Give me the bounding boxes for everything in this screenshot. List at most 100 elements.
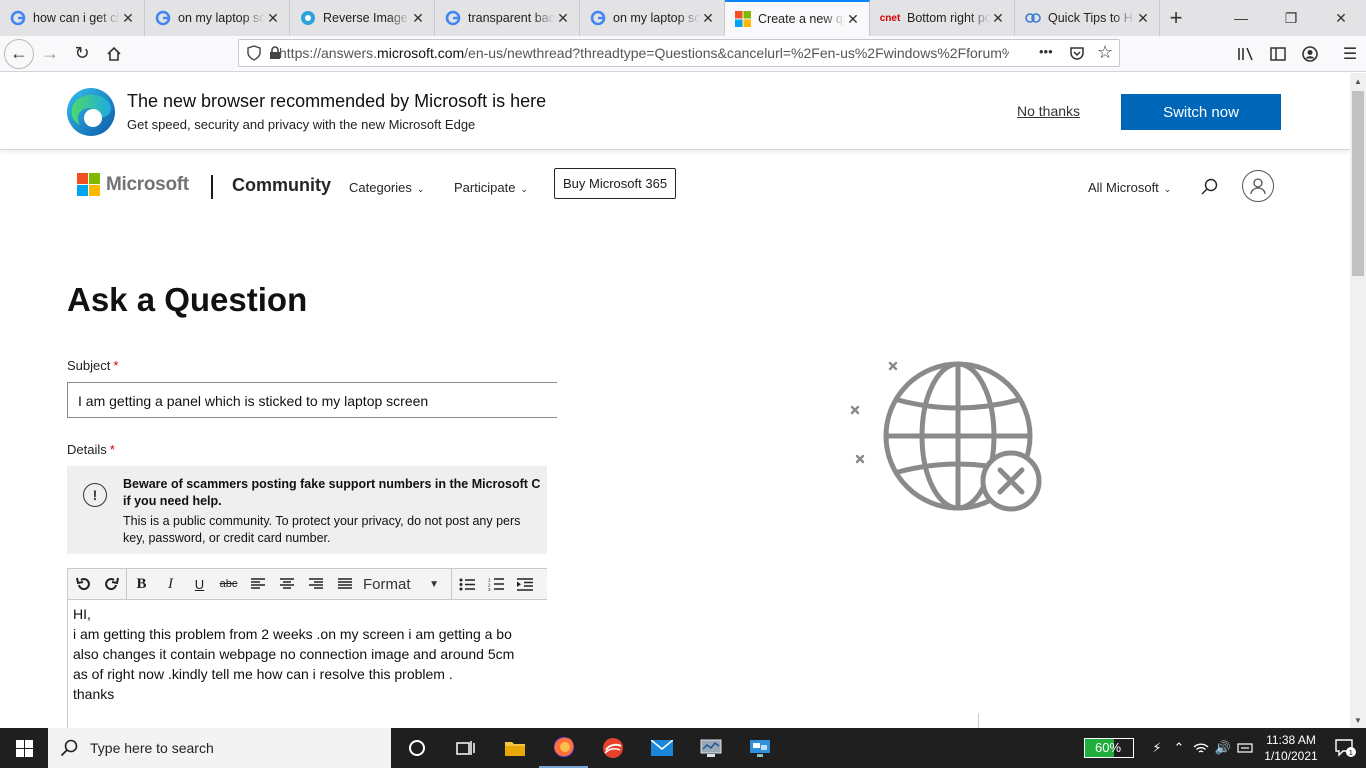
details-editor[interactable]: HI, i am getting this problem from 2 wee… — [67, 600, 979, 728]
cnet-icon: cnet — [879, 10, 901, 26]
numbered-list-icon[interactable]: 123 — [481, 569, 510, 599]
home-icon[interactable] — [98, 38, 130, 70]
switch-now-button[interactable]: Switch now — [1121, 94, 1281, 130]
buy-microsoft-365-button[interactable]: Buy Microsoft 365 — [554, 168, 677, 199]
taskbar-search-placeholder: Type here to search — [90, 740, 214, 756]
taskbar-search-box[interactable]: Type here to search — [48, 728, 391, 768]
window-controls: — ❐ ✕ — [1216, 0, 1366, 36]
scam-warning-box: ! Beware of scammers posting fake suppor… — [67, 466, 547, 554]
url-domain: microsoft.com — [377, 45, 465, 61]
url-bar[interactable]: https://answers.microsoft.com/en-us/newt… — [238, 39, 1120, 67]
microsoft-icon — [735, 11, 751, 27]
subject-input[interactable]: I am getting a panel which is sticked to… — [67, 382, 557, 418]
tab-3[interactable]: transparent bac ✕ — [435, 0, 580, 36]
sidebar-icon[interactable] — [1262, 38, 1294, 70]
tab-7[interactable]: Quick Tips to H ✕ — [1015, 0, 1160, 36]
chevron-up-icon[interactable]: ⌃ — [1168, 728, 1190, 768]
back-arrow-icon[interactable]: ← — [4, 38, 34, 69]
volume-icon[interactable]: 🔊 — [1212, 728, 1234, 768]
bold-icon[interactable]: B — [127, 569, 156, 599]
tab-5-active[interactable]: Create a new qu ✕ — [725, 0, 870, 36]
tab-2[interactable]: Reverse Image S ✕ — [290, 0, 435, 36]
all-microsoft-label: All Microsoft — [1088, 180, 1159, 195]
close-icon[interactable]: ✕ — [555, 10, 571, 27]
tab-1[interactable]: on my laptop sc ✕ — [145, 0, 290, 36]
tab-title: on my laptop sc — [178, 11, 265, 25]
microsoft-logo[interactable]: Microsoft — [77, 173, 189, 196]
taskbar-clock[interactable]: 11:38 AM 1/10/2021 — [1256, 732, 1326, 764]
details-label: Details * — [67, 442, 115, 457]
participate-menu[interactable]: Participate ⌄ — [454, 180, 528, 195]
system-monitor-icon[interactable] — [686, 728, 735, 768]
tab-4[interactable]: on my laptop sc ✕ — [580, 0, 725, 36]
wifi-icon[interactable] — [1190, 728, 1212, 768]
scrollbar-thumb[interactable] — [1352, 91, 1364, 276]
cnet-label: cnet — [879, 12, 901, 24]
search-icon[interactable] — [1199, 177, 1219, 197]
task-view-icon[interactable] — [441, 728, 490, 768]
user-avatar-icon[interactable] — [1242, 170, 1274, 202]
page-scrollbar[interactable]: ▲ ▼ — [1350, 73, 1366, 728]
close-icon[interactable]: ✕ — [990, 10, 1006, 27]
align-center-icon[interactable] — [272, 569, 301, 599]
close-icon[interactable]: ✕ — [410, 10, 426, 27]
bullet-list-icon[interactable] — [452, 569, 481, 599]
all-microsoft-menu[interactable]: All Microsoft ⌄ — [1088, 180, 1171, 195]
underline-icon[interactable]: U — [185, 569, 214, 599]
library-icon[interactable] — [1230, 38, 1262, 70]
scroll-up-arrow-icon[interactable]: ▲ — [1350, 73, 1366, 89]
format-dropdown[interactable]: Format ▼ — [359, 569, 451, 599]
close-icon[interactable]: ✕ — [700, 10, 716, 27]
mail-icon[interactable] — [637, 728, 686, 768]
chevron-down-icon: ⌄ — [416, 184, 425, 194]
lock-icon[interactable] — [269, 46, 281, 63]
align-right-icon[interactable] — [301, 569, 330, 599]
brand-name: Microsoft — [106, 173, 189, 195]
firefox-icon[interactable] — [539, 728, 588, 768]
undo-icon[interactable] — [68, 569, 97, 599]
categories-menu[interactable]: Categories ⌄ — [349, 180, 424, 195]
hamburger-menu-icon[interactable]: ☰ — [1334, 38, 1366, 70]
action-center-icon[interactable]: 1 — [1326, 728, 1366, 768]
app-swirl-icon[interactable] — [588, 728, 637, 768]
required-mark: * — [113, 358, 119, 373]
scroll-down-arrow-icon[interactable]: ▼ — [1350, 712, 1366, 728]
minimize-icon[interactable]: — — [1216, 0, 1266, 36]
shield-icon[interactable] — [247, 45, 261, 64]
restore-icon[interactable]: ❐ — [1266, 0, 1316, 36]
redo-icon[interactable] — [97, 569, 126, 599]
tab-0[interactable]: how can i get cl ✕ — [0, 0, 145, 36]
close-icon[interactable]: ✕ — [845, 11, 861, 28]
window-close-icon[interactable]: ✕ — [1316, 0, 1366, 36]
forward-arrow-icon[interactable]: → — [34, 38, 66, 70]
account-icon[interactable] — [1294, 38, 1326, 70]
reload-icon[interactable]: ↻ — [66, 38, 98, 70]
no-thanks-link[interactable]: No thanks — [1017, 103, 1080, 119]
bookmark-star-icon[interactable]: ☆ — [1097, 42, 1113, 63]
remote-desktop-icon[interactable] — [735, 728, 784, 768]
close-icon[interactable]: ✕ — [1135, 10, 1151, 27]
page-actions-icon[interactable]: ••• — [1039, 44, 1053, 59]
windows-taskbar: Type here to search 60% ⚡ ⌃ 🔊 11:38 AM 1/… — [0, 728, 1366, 768]
align-left-icon[interactable] — [243, 569, 272, 599]
editor-line-2: i am getting this problem from 2 weeks .… — [73, 626, 512, 642]
strikethrough-icon[interactable]: abc — [214, 569, 243, 599]
italic-icon[interactable]: I — [156, 569, 185, 599]
new-tab-plus-icon[interactable]: + — [1160, 0, 1192, 36]
close-icon[interactable]: ✕ — [120, 10, 136, 27]
keyboard-language-icon[interactable] — [1234, 728, 1256, 768]
google-icon — [155, 10, 171, 26]
indent-icon[interactable] — [510, 569, 539, 599]
justify-icon[interactable] — [330, 569, 359, 599]
power-plug-icon[interactable]: ⚡ — [1146, 728, 1168, 768]
tab-6[interactable]: cnet Bottom right po ✕ — [870, 0, 1015, 36]
dropdown-caret-icon: ▼ — [429, 578, 439, 590]
battery-indicator[interactable]: 60% — [1084, 738, 1134, 758]
file-explorer-icon[interactable] — [490, 728, 539, 768]
pocket-icon[interactable] — [1069, 45, 1085, 64]
windows-start-icon[interactable] — [0, 728, 48, 768]
editor-toolbar: B I U abc Format ▼ 123 — [67, 568, 547, 600]
close-icon[interactable]: ✕ — [265, 10, 281, 27]
cortana-circle-icon[interactable] — [392, 728, 441, 768]
community-link[interactable]: Community — [232, 175, 331, 196]
